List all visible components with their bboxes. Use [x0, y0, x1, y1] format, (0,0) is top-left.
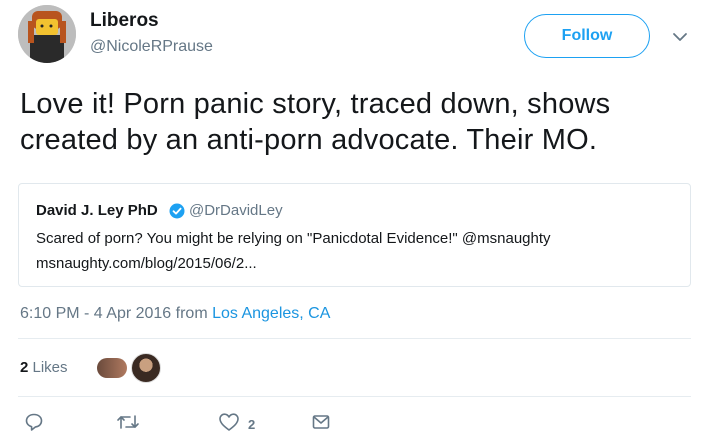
user-handle[interactable]: @NicoleRPrause: [90, 38, 213, 56]
quoted-author-name: David J. Ley PhD: [36, 202, 158, 219]
likes-label: Likes: [28, 359, 68, 376]
location-link[interactable]: Los Angeles, CA: [212, 305, 330, 322]
avatar[interactable]: [18, 5, 76, 63]
likes-count[interactable]: 2 Likes: [20, 359, 68, 376]
tweet-text-line: Love it! Porn panic story, traced down, …: [20, 88, 611, 120]
quoted-text: Scared of porn? You might be relying on …: [36, 230, 551, 247]
tweet-text: Love it! Porn panic story, traced down, …: [20, 86, 690, 158]
display-name[interactable]: Liberos: [90, 10, 159, 32]
verified-badge-icon: [169, 203, 185, 219]
divider: [18, 396, 691, 397]
quoted-tweet-card[interactable]: David J. Ley PhD @DrDavidLey Scared of p…: [18, 183, 691, 287]
like-action-count: 2: [248, 417, 256, 432]
tweet-meta: 6:10 PM - 4 Apr 2016 from Los Angeles, C…: [20, 305, 330, 323]
reply-icon[interactable]: [24, 412, 44, 432]
message-icon[interactable]: [311, 412, 331, 432]
tweet-text-line: created by an anti-porn advocate. Their …: [20, 124, 598, 156]
heart-icon[interactable]: [218, 412, 240, 432]
chevron-down-icon[interactable]: [671, 28, 689, 46]
liker-avatar[interactable]: [97, 358, 127, 378]
liker-avatar[interactable]: [131, 353, 161, 383]
divider: [18, 338, 691, 339]
timestamp[interactable]: 6:10 PM - 4 Apr 2016 from: [20, 305, 212, 322]
quoted-author-handle: @DrDavidLey: [189, 202, 283, 219]
follow-button[interactable]: Follow: [524, 14, 650, 58]
quoted-link: msnaughty.com/blog/2015/06/2...: [36, 255, 257, 272]
retweet-icon[interactable]: [116, 412, 140, 432]
